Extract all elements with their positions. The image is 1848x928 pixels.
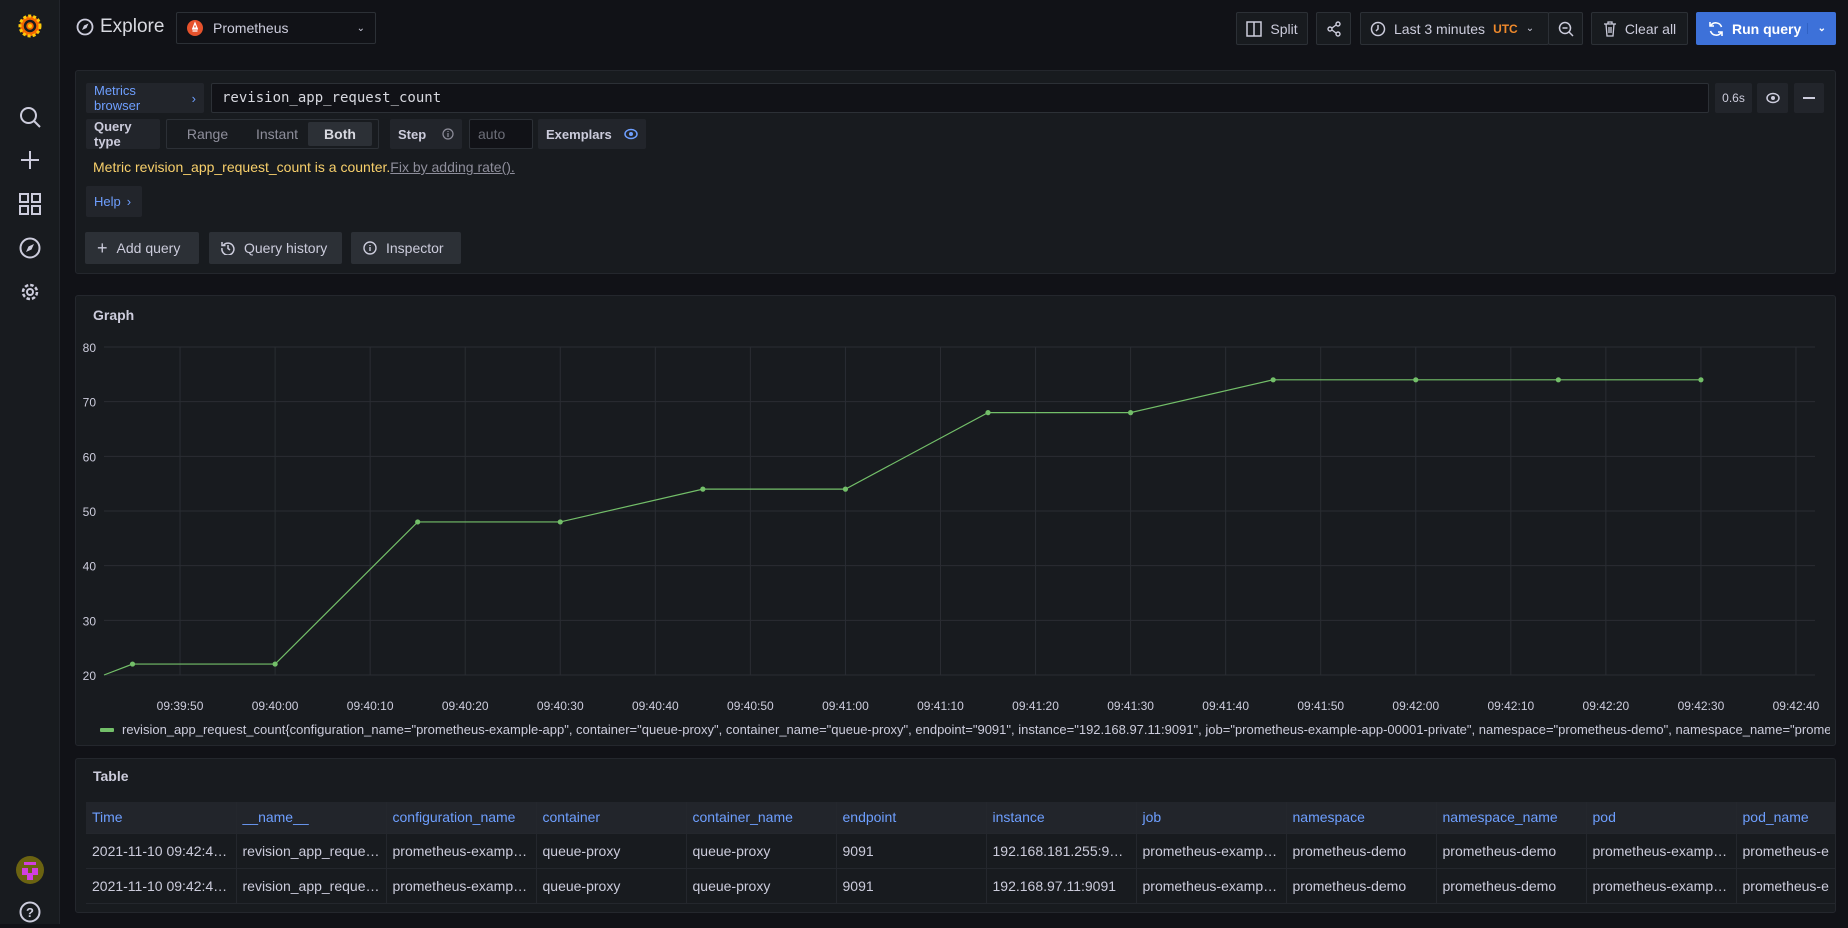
x-tick-label: 09:42:00 <box>1392 699 1439 713</box>
table-cell: prometheus-demo <box>1286 868 1437 904</box>
table-cell: queue-proxy <box>686 833 837 869</box>
table-cell: 9091 <box>836 868 987 904</box>
x-tick-label: 09:41:30 <box>1107 699 1154 713</box>
table-cell: 9091 <box>836 833 987 869</box>
table-cell: queue-proxy <box>686 868 837 904</box>
table-cell: prometheus-demo <box>1436 868 1587 904</box>
y-tick-label: 50 <box>83 505 97 519</box>
y-tick-label: 60 <box>83 450 97 464</box>
x-tick-label: 09:42:10 <box>1487 699 1534 713</box>
table-cell: revision_app_reque… <box>236 868 387 904</box>
y-tick-label: 80 <box>83 341 97 355</box>
data-point <box>415 519 421 525</box>
column-header-container-name[interactable]: container_name <box>686 802 837 834</box>
column-header-Time[interactable]: Time <box>86 802 237 834</box>
table-cell: prometheus-exampl… <box>1136 833 1287 869</box>
table-header-row: Time __name__ configuration_name container c… <box>86 802 1835 834</box>
column-header-job[interactable]: job <box>1136 802 1287 834</box>
x-tick-label: 09:42:40 <box>1773 699 1820 713</box>
data-point <box>842 486 849 492</box>
table-cell: prometheus-e <box>1736 868 1835 904</box>
x-tick-label: 09:41:00 <box>822 699 869 713</box>
x-tick-label: 09:41:50 <box>1297 699 1344 713</box>
table-cell: revision_app_reque… <box>236 833 387 869</box>
x-tick-label: 09:39:50 <box>157 699 204 713</box>
table-cell: queue-proxy <box>536 868 687 904</box>
column-header-configuration-name[interactable]: configuration_name <box>386 802 537 834</box>
data-point <box>1413 377 1419 383</box>
graph-chart: 20 30 40 50 60 70 80 09:39:50 09:40:00 09:40:10 09… <box>83 341 1820 713</box>
y-tick-label: 30 <box>83 614 97 628</box>
data-point <box>700 486 706 492</box>
table-cell: prometheus-demo <box>1436 833 1587 869</box>
column-header-namespace-name[interactable]: namespace_name <box>1436 802 1587 834</box>
data-point <box>272 661 278 667</box>
table-cell: prometheus-exampl… <box>386 868 537 904</box>
results-table: Time __name__ configuration_name container c… <box>86 802 1835 904</box>
column-header-pod[interactable]: pod <box>1586 802 1737 834</box>
table-cell: prometheus-exampl… <box>1586 868 1737 904</box>
table-row: 2021-11-10 09:42:4… revision_app_reque… pr… <box>86 868 1835 904</box>
x-tick-label: 09:40:20 <box>442 699 489 713</box>
data-point <box>1698 377 1704 383</box>
data-point <box>1270 377 1276 383</box>
table-cell: 2021-11-10 09:42:4… <box>86 833 237 869</box>
y-tick-label: 20 <box>83 669 97 683</box>
data-point <box>985 410 991 416</box>
y-tick-label: 40 <box>83 560 97 574</box>
column-header-pod-name[interactable]: pod_name <box>1736 802 1835 834</box>
data-point <box>1555 377 1561 383</box>
x-tick-label: 09:41:20 <box>1012 699 1059 713</box>
legend-series-label[interactable]: revision_app_request_count{configuration… <box>122 722 1830 737</box>
table-cell: 192.168.181.255:90… <box>986 833 1137 869</box>
table-panel: Table Time __name__ configuration_name cont… <box>75 758 1836 913</box>
x-tick-label: 09:40:00 <box>252 699 299 713</box>
table-cell: queue-proxy <box>536 833 687 869</box>
x-tick-label: 09:40:30 <box>537 699 584 713</box>
x-tick-label: 09:40:10 <box>347 699 394 713</box>
x-tick-label: 09:42:20 <box>1583 699 1630 713</box>
table-cell: prometheus-demo <box>1286 833 1437 869</box>
table-cell: 2021-11-10 09:42:4… <box>86 868 237 904</box>
x-tick-label: 09:41:10 <box>917 699 964 713</box>
table-cell: prometheus-exampl… <box>1136 868 1287 904</box>
data-point <box>557 519 563 525</box>
data-point <box>129 661 136 667</box>
x-tick-label: 09:40:40 <box>632 699 679 713</box>
help-icon[interactable]: ? <box>14 896 46 928</box>
svg-text:?: ? <box>26 905 34 920</box>
column-header-namespace[interactable]: namespace <box>1286 802 1437 834</box>
graph-legend: revision_app_request_count{configuration… <box>100 722 1830 737</box>
x-tick-label: 09:41:40 <box>1202 699 1249 713</box>
column-header-name[interactable]: __name__ <box>236 802 387 834</box>
table-cell: 192.168.97.11:9091 <box>986 868 1137 904</box>
table-title: Table <box>93 768 129 784</box>
x-tick-label: 09:40:50 <box>727 699 774 713</box>
table-row: 2021-11-10 09:42:4… revision_app_reque… pr… <box>86 833 1835 869</box>
data-point <box>1128 410 1134 416</box>
user-avatar[interactable] <box>14 854 46 886</box>
series-line <box>103 379 1701 676</box>
table-cell: prometheus-exampl… <box>386 833 537 869</box>
y-tick-label: 70 <box>83 396 97 410</box>
table-cell: prometheus-e <box>1736 833 1835 869</box>
column-header-instance[interactable]: instance <box>986 802 1137 834</box>
column-header-container[interactable]: container <box>536 802 687 834</box>
legend-color-swatch <box>100 727 114 732</box>
table-cell: prometheus-exampl… <box>1586 833 1737 869</box>
column-header-endpoint[interactable]: endpoint <box>836 802 987 834</box>
x-tick-label: 09:42:30 <box>1678 699 1725 713</box>
